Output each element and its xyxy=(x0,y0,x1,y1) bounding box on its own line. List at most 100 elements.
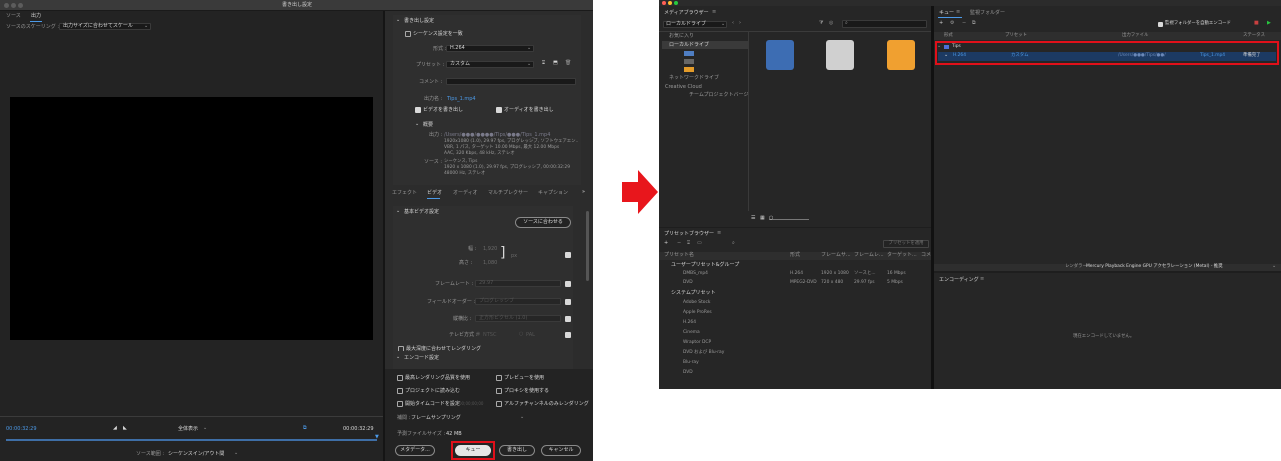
col-frame-size[interactable]: フレームサ... xyxy=(821,253,851,258)
tree-favorites[interactable]: お気に入り xyxy=(669,34,694,39)
minimize-window-icon[interactable] xyxy=(11,3,16,8)
scaling-select[interactable]: 出力サイズに合わせてスケール ⌄ xyxy=(59,23,151,30)
stop-queue-icon[interactable]: ■ xyxy=(1254,21,1259,26)
list-item[interactable]: Apple ProRes xyxy=(683,310,712,315)
list-item[interactable]: H.264 xyxy=(683,320,696,325)
timeline-scrubber[interactable] xyxy=(6,439,377,441)
tree-creative-cloud[interactable]: Creative Cloud xyxy=(665,85,702,90)
tab-queue[interactable]: キュー xyxy=(939,11,954,16)
close-window-icon[interactable] xyxy=(4,3,9,8)
start-queue-icon[interactable]: ▶ xyxy=(1267,21,1271,26)
tab-multiplexer[interactable]: マルチプレクサー xyxy=(488,191,528,196)
zoom-window-icon[interactable] xyxy=(674,1,678,5)
export-audio-checkbox[interactable] xyxy=(496,107,502,113)
current-time[interactable]: 00:00:32:29 xyxy=(6,427,37,432)
field-order-select[interactable]: プログレッシブ xyxy=(475,298,561,305)
alpha-only-checkbox[interactable] xyxy=(496,401,502,407)
list-item[interactable]: DVD および Blu-ray xyxy=(683,350,724,355)
tab-effects[interactable]: エフェクト xyxy=(392,191,417,196)
framerate-select[interactable]: 29.97 xyxy=(475,280,561,287)
panel-menu-icon[interactable]: ≡ xyxy=(717,231,721,236)
metadata-button[interactable]: メタデータ... xyxy=(395,445,435,456)
renderer-select[interactable]: Mercury Playback Engine GPU アクセラレーション (M… xyxy=(1086,264,1223,269)
settings-icon[interactable]: ⚙ xyxy=(950,21,954,26)
close-window-icon[interactable] xyxy=(662,1,666,5)
max-quality-checkbox[interactable] xyxy=(397,375,403,381)
col-preset-name[interactable]: プリセット名 xyxy=(664,253,694,258)
start-timecode-value[interactable]: 00;00;00;00 xyxy=(459,402,483,406)
auto-encode-checkbox[interactable] xyxy=(1158,22,1163,27)
tv-standard-checkbox[interactable] xyxy=(565,332,571,338)
col-status[interactable]: ステータス xyxy=(1243,33,1265,38)
tab-source[interactable]: ソース xyxy=(6,14,21,19)
cancel-button[interactable]: キャンセル xyxy=(541,445,581,456)
more-tabs-icon[interactable]: » xyxy=(582,190,585,195)
tab-captions[interactable]: キャプション xyxy=(538,191,568,196)
add-source-icon[interactable]: + xyxy=(939,21,943,26)
list-item[interactable]: DVD xyxy=(683,370,693,375)
list-view-icon[interactable]: ☰ xyxy=(751,216,755,221)
export-button[interactable]: 書き出し xyxy=(499,445,535,456)
tab-audio[interactable]: オーディオ xyxy=(453,191,478,196)
save-preset-icon[interactable]: ⍗ xyxy=(542,61,545,66)
aspect-select[interactable]: 正方形ピクセル (1.0) xyxy=(475,315,561,322)
user-presets-group[interactable]: ユーザープリセット&グループ xyxy=(671,263,739,268)
settings-scrollbar[interactable] xyxy=(586,211,589,281)
table-row[interactable]: DVD MPEG2-DVD 720 x 480 29.97 fps 5 Mbps xyxy=(659,279,931,287)
export-video-checkbox[interactable] xyxy=(415,107,421,113)
add-preset-icon[interactable]: + xyxy=(664,241,668,246)
source-range-select[interactable]: シーケンスイン/アウト間 xyxy=(168,452,224,457)
remove-preset-icon[interactable]: − xyxy=(677,241,681,246)
width-height-checkbox[interactable] xyxy=(565,252,571,258)
col-preset[interactable]: プリセット xyxy=(1005,33,1027,38)
list-item[interactable]: Blu-ray xyxy=(683,360,699,365)
match-sequence-checkbox[interactable] xyxy=(405,31,411,37)
link-dimensions-icon[interactable]: ] xyxy=(500,246,505,260)
tab-output[interactable]: 出力 xyxy=(31,14,41,19)
minimize-window-icon[interactable] xyxy=(668,1,672,5)
height-value[interactable]: 1,080 xyxy=(483,261,497,266)
col-format[interactable]: 形式 xyxy=(790,253,800,258)
field-order-checkbox[interactable] xyxy=(565,299,571,305)
grid-view-icon[interactable]: ▦ xyxy=(760,216,765,221)
summary-chevron-icon[interactable]: ⌄ xyxy=(415,122,419,127)
pane-splitter[interactable] xyxy=(383,11,385,461)
slider-knob-icon[interactable]: ○ xyxy=(769,216,773,221)
drive-thumbnail-blue[interactable] xyxy=(766,40,794,70)
local-drive-select[interactable]: ローカルドライブ ⌄ xyxy=(663,21,727,28)
panel-menu-icon[interactable]: ≡ xyxy=(980,277,984,282)
col-format[interactable]: 形式 xyxy=(944,33,953,38)
list-item[interactable]: Cinema xyxy=(683,330,700,335)
import-preset-icon[interactable]: ⬒ xyxy=(553,61,558,66)
tree-splitter[interactable] xyxy=(748,31,749,211)
section-chevron-icon[interactable]: ⌄ xyxy=(396,209,400,214)
col-comment[interactable]: コメ xyxy=(921,253,931,258)
section-chevron-icon[interactable]: ⌄ xyxy=(396,18,400,23)
media-search-input[interactable]: ⌕ xyxy=(842,20,927,28)
list-item[interactable]: Wraptor DCP xyxy=(683,340,711,345)
view-icon[interactable]: ◎ xyxy=(829,21,833,26)
thumbnail-size-slider[interactable] xyxy=(769,219,809,220)
duplicate-icon[interactable]: ⧉ xyxy=(972,21,976,26)
import-project-checkbox[interactable] xyxy=(397,388,403,394)
zoom-select[interactable]: 全体表示 xyxy=(178,427,198,432)
save-preset-icon[interactable]: ⍗ xyxy=(687,241,690,246)
width-value[interactable]: 1,920 xyxy=(483,247,497,252)
forward-icon[interactable]: › xyxy=(739,21,741,26)
playhead-icon[interactable]: ▼ xyxy=(375,435,379,440)
delete-preset-icon[interactable]: 🗑 xyxy=(565,61,571,66)
preview-checkbox[interactable] xyxy=(496,375,502,381)
drive-thumbnail-gray[interactable] xyxy=(826,40,854,70)
col-target[interactable]: ターゲット... xyxy=(887,253,917,258)
panel-menu-icon[interactable]: ≡ xyxy=(712,10,716,15)
ntsc-radio[interactable]: ◉ xyxy=(476,332,480,337)
table-row[interactable]: DMBS_mp4 H.264 1920 x 1080 ソースと... 16 Mb… xyxy=(659,270,931,278)
col-output-file[interactable]: 出力ファイル xyxy=(1122,33,1148,38)
mark-in-icon[interactable]: ◢ xyxy=(113,426,117,431)
tab-video[interactable]: ビデオ xyxy=(427,191,442,196)
section-chevron-icon[interactable]: ⌄ xyxy=(396,355,400,360)
comment-input[interactable] xyxy=(446,78,576,85)
mark-out-icon[interactable]: ◣ xyxy=(123,426,127,431)
framerate-checkbox[interactable] xyxy=(565,281,571,287)
tab-watch-folders[interactable]: 監視フォルダー xyxy=(970,11,1005,16)
